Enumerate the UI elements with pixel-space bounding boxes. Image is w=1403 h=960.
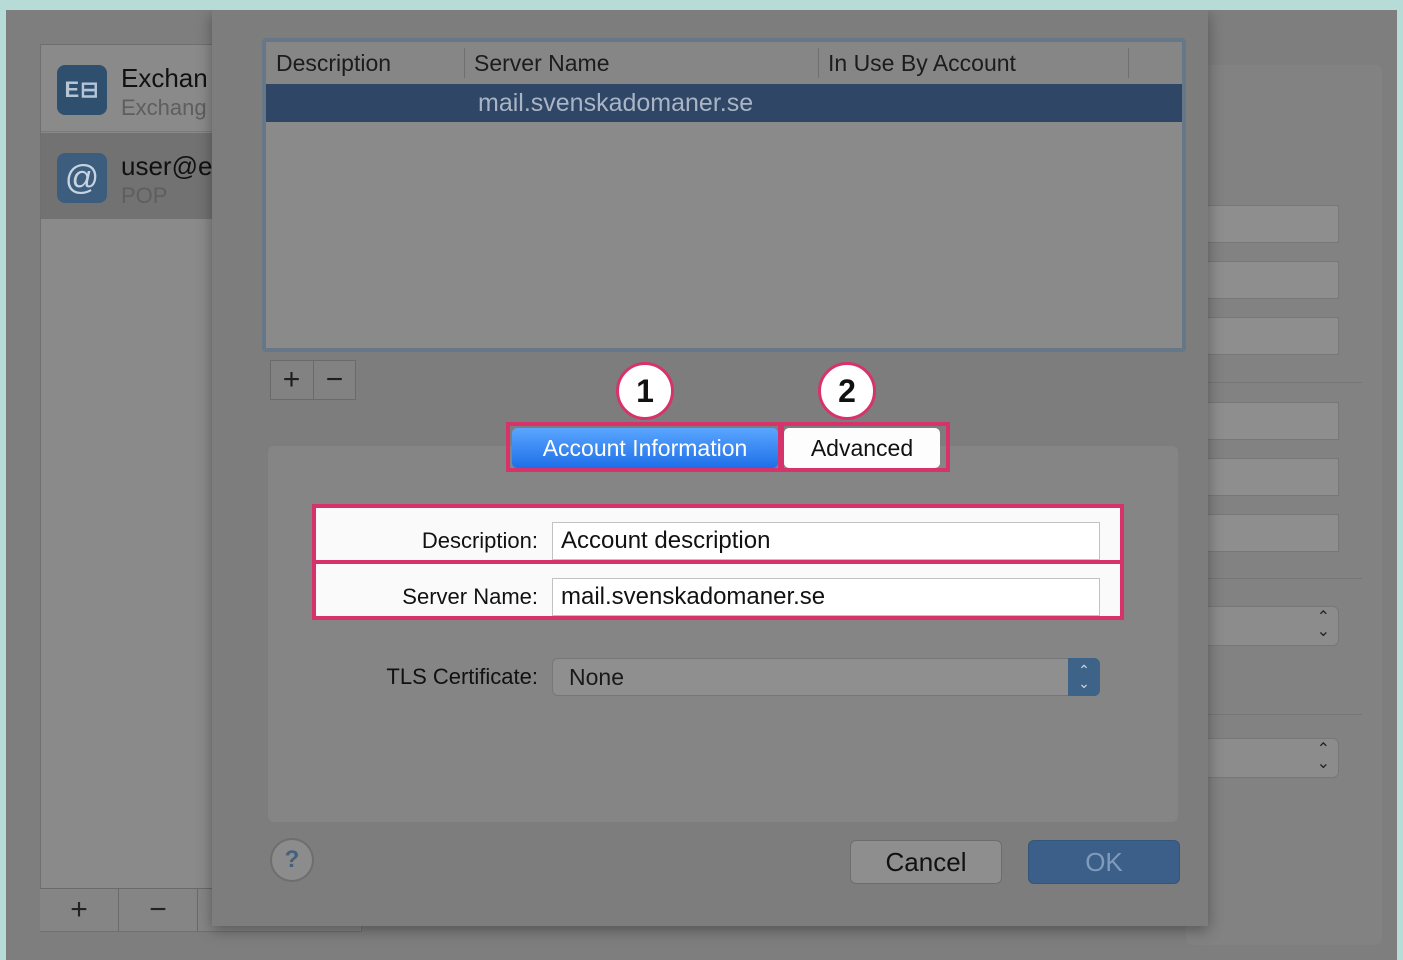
server-table: Description Server Name In Use By Accoun… <box>262 38 1186 352</box>
updown-arrows-icon: ⌃ ⌄ <box>1316 741 1330 772</box>
settings-field[interactable] <box>1202 205 1339 243</box>
divider <box>1202 382 1362 383</box>
column-divider <box>1128 48 1129 78</box>
ok-button[interactable]: OK <box>1028 840 1180 884</box>
server-name-field[interactable]: mail.svenskadomaner.se <box>552 578 1100 616</box>
account-name: user@e <box>121 151 213 181</box>
settings-select[interactable]: ⌃ ⌄ <box>1202 606 1339 646</box>
help-button[interactable]: ? <box>270 838 314 882</box>
settings-field[interactable] <box>1202 402 1339 440</box>
tab-content-panel <box>268 446 1178 822</box>
exchange-icon: E⊟ <box>57 65 107 115</box>
screenshot-frame: E⊟ Exchan Exchang @ user@e POP + − ⌃ ⌄ ⌃ ⌄… <box>6 10 1397 960</box>
settings-field[interactable] <box>1202 261 1339 299</box>
column-divider <box>464 48 465 78</box>
add-account-button[interactable]: + <box>40 889 119 931</box>
remove-account-button[interactable]: − <box>119 889 198 931</box>
table-header: Description Server Name In Use By Accoun… <box>266 42 1182 85</box>
account-type: Exchang <box>121 95 207 120</box>
description-label: Description: <box>421 528 538 553</box>
tls-certificate-value: None <box>569 664 624 690</box>
column-header-in-use[interactable]: In Use By Account <box>828 42 1016 84</box>
table-row[interactable]: mail.svenskadomaner.se <box>266 84 1182 122</box>
tls-certificate-label: TLS Certificate: <box>386 664 538 689</box>
column-header-description[interactable]: Description <box>276 42 391 84</box>
callout-1: 1 <box>616 362 674 420</box>
callout-2: 2 <box>818 362 876 420</box>
column-divider <box>818 48 819 78</box>
column-header-server-name[interactable]: Server Name <box>474 42 609 84</box>
add-server-button[interactable]: + <box>271 361 312 399</box>
server-name-label: Server Name: <box>402 584 538 609</box>
tab-advanced[interactable]: Advanced <box>784 428 940 468</box>
updown-arrows-icon: ⌃ ⌄ <box>1068 658 1100 696</box>
cancel-button[interactable]: Cancel <box>850 840 1002 884</box>
settings-select[interactable]: ⌃ ⌄ <box>1202 738 1339 778</box>
at-sign-icon: @ <box>57 153 107 203</box>
server-list-toolbar: + − <box>270 360 356 400</box>
divider <box>1202 714 1362 715</box>
updown-arrows-icon: ⌃ ⌄ <box>1316 609 1330 640</box>
tls-certificate-select[interactable]: None ⌃ ⌄ <box>552 658 1100 696</box>
settings-field[interactable] <box>1202 514 1339 552</box>
divider <box>1202 578 1362 579</box>
description-field[interactable]: Account description <box>552 522 1100 560</box>
settings-field[interactable] <box>1202 317 1339 355</box>
settings-field[interactable] <box>1202 458 1339 496</box>
cell-server-name: mail.svenskadomaner.se <box>478 89 754 117</box>
tab-account-information[interactable]: Account Information <box>512 428 778 468</box>
account-type: POP <box>121 183 168 208</box>
account-name: Exchan <box>121 63 208 93</box>
account-settings-panel <box>1186 65 1382 945</box>
server-settings-sheet: Description Server Name In Use By Accoun… <box>212 10 1208 926</box>
remove-server-button[interactable]: − <box>313 361 355 399</box>
